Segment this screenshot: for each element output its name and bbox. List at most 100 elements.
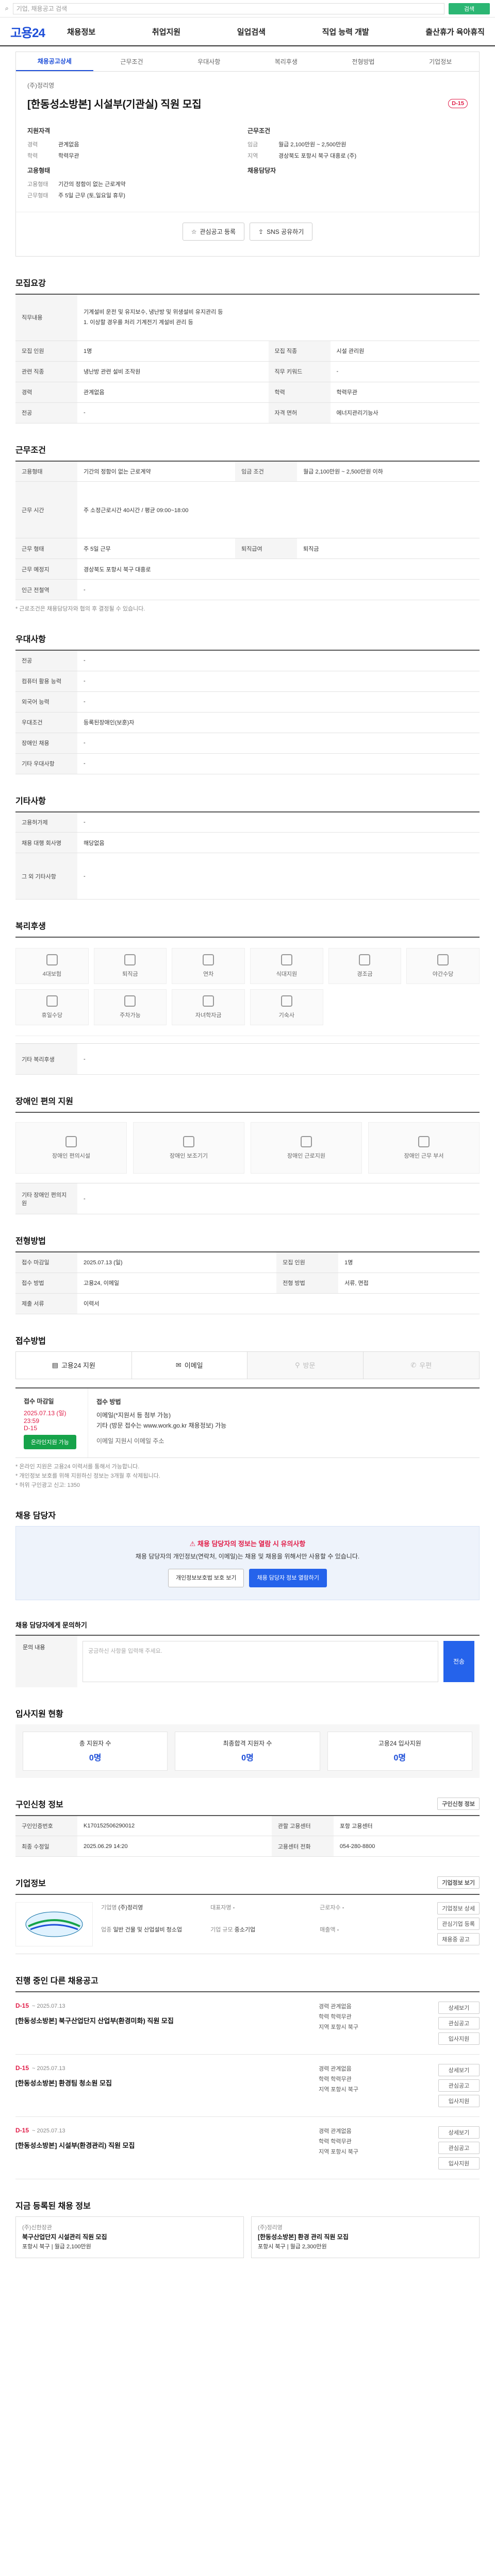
row-value: 관계없음 [77,382,269,403]
gnb-item[interactable]: 직업 능력 개발 [322,26,369,37]
tab-company[interactable]: 기업정보 [402,52,479,71]
company-more-button[interactable]: 기업정보 보기 [437,1876,480,1889]
summary-key: 고용형태 [27,181,48,188]
row-key: 채용 대행 회사명 [15,832,77,853]
row-key: 전형 방법 [276,1273,339,1294]
summary-key: 지역 [248,153,258,159]
job-favorite-button[interactable]: 관심공고 [438,2017,480,2029]
disability-item: 장애인 보조기기 [133,1122,244,1174]
job-title[interactable]: [한동성소방본] 시설부(환경관리) 직원 모집 [15,2140,312,2150]
row-value: - [77,579,480,600]
list-item[interactable]: D-15 ~ 2025.07.13 [한동성소방본] 환경팀 청소원 모집 경력 관… [15,2055,480,2117]
site-logo[interactable]: 고용24 [10,23,67,41]
row-key: 모집 인원 [15,341,77,362]
view-manager-button[interactable]: 채용 담당자 정보 열람하기 [249,1568,327,1587]
apply-email-button[interactable]: ✉ 이메일 [132,1351,248,1379]
share-button[interactable]: ⇪ SNS 공유하기 [250,223,313,241]
recent-meta: 포항시 북구 | 월급 2,100만원 [22,2244,91,2250]
welfare-section: 복리후생 4대보험 퇴직금 연차 식대지원 경조금 야간수당 휴일수당 주차가능… [15,919,480,1075]
row-value: 경상북도 포항시 북구 대흥로 [77,558,480,580]
tab-prefer[interactable]: 우대사항 [170,52,248,71]
recent-company: (주)정리영 [258,2225,283,2231]
howto-label: 접수 방법 [96,1398,121,1405]
job-favorite-button[interactable]: 관심공고 [438,2079,480,2092]
row-key: 관할 고용센터 [271,1815,334,1836]
job-meta: 지역 포항시 북구 [319,2024,358,2030]
apply-methods: ▤ 고용24 지원 ✉ 이메일 ⚲ 방문 ✆ 우편 [15,1351,480,1379]
job-title[interactable]: [한동성소방본] 북구산업단지 산업부(환경미화) 직원 모집 [15,2015,312,2025]
company-jobs-button[interactable]: 채용중 공고 [437,1933,480,1945]
apply-label: 고용24 지원 [61,1362,95,1369]
apply-note: * 허위 구인광고 신고: 1350 [15,1482,80,1488]
row-key: 접수 마감일 [15,1252,77,1273]
favorite-button[interactable]: ☆ 관심공고 등록 [182,223,245,241]
apply-label: 방문 [303,1362,316,1369]
stats-section: 입사지원 현황 총 지원자 수 0명 최종합격 지원자 수 0명 고용24 입사지원… [15,1707,480,1778]
search-input[interactable]: 기업, 채용공고 검색 [12,3,444,14]
apply-post-button: ✆ 우편 [363,1351,479,1379]
section-title: 우대사항 [15,635,46,644]
job-title[interactable]: [한동성소방본] 환경팀 청소원 모집 [15,2078,312,2088]
section-title: 기업정보 [15,1879,46,1888]
inquiry-textarea[interactable]: 궁금하신 사항을 입력해 주세요. [82,1640,438,1682]
job-apply-button[interactable]: 입사지원 [438,2157,480,2170]
job-detail-button[interactable]: 상세보기 [438,2126,480,2139]
company-name[interactable]: (주)정리영 [27,81,54,90]
row-value: 등록된장애인(보훈)자 [77,712,480,733]
job-date: ~ 2025.07.13 [32,2065,65,2072]
job-dday: D-15 [15,2064,29,2072]
job-favorite-button[interactable]: 관심공고 [438,2142,480,2154]
job-dday: D-15 [15,2127,29,2134]
postbox-icon: ✆ [410,1361,417,1369]
gift-icon [359,954,371,965]
recent-title[interactable]: [한동성소방본] 환경 관리 직원 모집 [258,2233,349,2241]
apply-online-button[interactable]: ▤ 고용24 지원 [16,1351,132,1379]
row-value: 기간의 정함이 없는 근로계약 [77,461,236,482]
company-detail-button[interactable]: 기업정보 상세 [437,1902,480,1914]
list-item[interactable]: D-15 ~ 2025.07.13 [한동성소방본] 시설부(환경관리) 직원 모집… [15,2117,480,2179]
privacy-law-button[interactable]: 개인정보보호법 보호 보기 [168,1568,244,1587]
gnb-item[interactable]: 취업지원 [152,26,180,37]
row-value: 주 소정근로시간 40시간 / 평균 09:00~18:00 [77,481,480,538]
inquiry-send-button[interactable]: 전송 [443,1640,474,1682]
tab-detail[interactable]: 채용공고상세 [16,52,93,71]
posting-info-button[interactable]: 구인신청 정보 [437,1797,480,1810]
company-value: (주)정리영 [118,1905,143,1911]
tab-selection[interactable]: 전형방법 [325,52,402,71]
job-apply-button[interactable]: 입사지원 [438,2095,480,2107]
search-button[interactable]: 검색 [449,3,490,14]
tab-welfare[interactable]: 복리후생 [248,52,325,71]
manager-section: 채용 담당자 ⚠ 채용 담당자의 정보는 열람 시 유의사항 채용 담당자의 개… [15,1509,480,1600]
recent-card[interactable]: (주)신한장관북구산업단지 시설관리 직원 모집포항시 북구 | 월급 2,10… [15,2216,244,2258]
apply-note: * 개인정보 보호를 위해 지원하신 정보는 3개월 후 삭제됩니다. [15,1472,160,1479]
row-key: 모집 직종 [268,341,331,362]
gnb-item[interactable]: 일업검색 [237,26,266,37]
job-detail-button[interactable]: 상세보기 [438,2064,480,2076]
device-icon [183,1136,194,1147]
stat-label: 고용24 입사지원 [378,1740,421,1747]
section-title: 기타사항 [15,796,46,806]
selection-table: 접수 마감일 2025.07.13 (일) 모집 인원 1명 접수 방법 고용24, 이… [15,1251,480,1314]
parking-icon [124,995,136,1007]
recent-card[interactable]: (주)정리영 [한동성소방본] 환경 관리 직원 모집 포항시 북구 | 월급 2,… [251,2216,480,2258]
recent-section: 지금 등록된 채용 정보 (주)신한장관 북구산업단지 시설관리 직원 모집 포항시… [15,2199,480,2258]
recent-title[interactable]: 북구산업단지 시설관리 직원 모집 [22,2233,107,2241]
job-detail-button[interactable]: 상세보기 [438,2002,480,2014]
conditions-table: 고용형태 기간의 정함이 없는 근로계약 임금 조건 월급 2,100만원 ~ 2,5… [15,460,480,600]
row-value: 월급 2,100만원 ~ 2,500만원 이하 [297,461,480,482]
welfare-label: 기숙사 [278,1012,295,1019]
gnb-item[interactable]: 출산휴가 육아휴직 [425,26,485,37]
gnb-item[interactable]: 채용정보 [67,26,95,37]
list-item[interactable]: D-15 ~ 2025.07.13 [한동성소방본] 북구산업단지 산업부(환경미화… [15,1992,480,2055]
row-key: 전공 [15,402,77,423]
job-date: ~ 2025.07.13 [32,2128,65,2134]
job-meta: 경력 관계없음 [319,2004,352,2010]
row-key: 기타 복리후생 [15,1043,77,1075]
welfare-label: 4대보험 [42,971,62,977]
online-apply-button[interactable]: 온라인지원 가능 [24,1434,76,1449]
job-apply-button[interactable]: 입사지원 [438,2032,480,2045]
tab-conditions[interactable]: 근무조건 [93,52,171,71]
inquiry-label: 문의 내용 [15,1635,77,1687]
recent-company: (주)신한장관 [22,2225,52,2231]
company-favorite-button[interactable]: 관심기업 등록 [437,1918,480,1930]
